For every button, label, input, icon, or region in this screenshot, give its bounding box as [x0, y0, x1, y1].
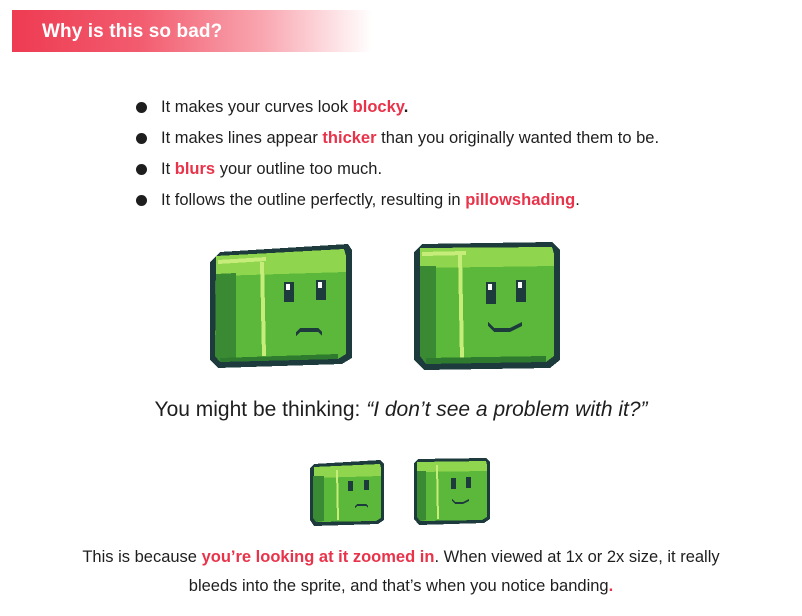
question-text: You might be thinking: “I don’t see a pr…: [0, 398, 802, 422]
footer-text: bleeds into the sprite, and that’s when …: [188, 577, 609, 595]
sad-slime-small-image: [310, 460, 384, 526]
bullet-item-thicker: It makes lines appear thicker than you o…: [132, 123, 659, 154]
footer-period: .: [608, 577, 614, 595]
bullet-text: It makes lines appear: [161, 129, 323, 147]
footer-highlight: you’re looking at it zoomed in: [201, 548, 435, 566]
bullet-dot-icon: [136, 133, 147, 144]
happy-slime-large-image: [414, 242, 560, 370]
footer-paragraph: This is because you’re looking at it zoo…: [0, 543, 802, 601]
bullet-text-end: than you originally wanted them to be.: [376, 129, 660, 147]
bullet-item-blocky: It makes your curves look blocky.: [132, 92, 659, 123]
happy-slime-small-image: [414, 458, 490, 525]
bullet-list: It makes your curves look blocky. It mak…: [132, 92, 659, 216]
page-title: Why is this so bad?: [42, 21, 223, 42]
question-quote: “I don’t see a problem with it?”: [366, 398, 648, 421]
bullet-text-end: .: [403, 98, 409, 116]
bullet-dot-icon: [136, 195, 147, 206]
bullet-text: It follows the outline perfectly, result…: [161, 191, 466, 209]
footer-text: This is because: [82, 548, 202, 566]
bullet-text-end: .: [575, 191, 580, 209]
sad-slime-large-image: [210, 244, 352, 368]
bullet-highlight: pillowshading: [465, 191, 576, 209]
bullet-text: It makes your curves look: [161, 98, 353, 116]
bullet-item-blurs: It blurs your outline too much.: [132, 154, 659, 185]
bullet-text: It: [161, 160, 175, 178]
bullet-highlight: blurs: [174, 160, 216, 178]
bullet-dot-icon: [136, 164, 147, 175]
bullet-item-pillowshading: It follows the outline perfectly, result…: [132, 185, 659, 216]
footer-line-2: bleeds into the sprite, and that’s when …: [0, 572, 802, 601]
footer-text: . When viewed at 1x or 2x size, it reall…: [434, 548, 720, 566]
bullet-text-end: your outline too much.: [215, 160, 383, 178]
bullet-highlight: blocky: [352, 98, 404, 116]
bullet-highlight: thicker: [322, 129, 377, 147]
bullet-dot-icon: [136, 102, 147, 113]
footer-line-1: This is because you’re looking at it zoo…: [0, 543, 802, 572]
header-banner: Why is this so bad?: [12, 10, 372, 52]
question-prefix: You might be thinking:: [154, 398, 367, 421]
